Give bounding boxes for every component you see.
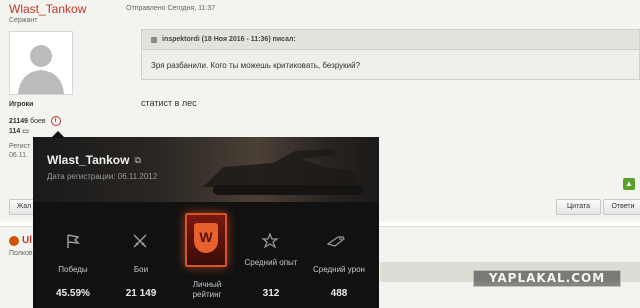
player-tooltip-card: Wlast_Tankow ⧉ Дата регистрации: 06.11.2…	[33, 137, 379, 308]
post-message: статист в лес	[141, 98, 197, 108]
tooltip-pointer	[51, 131, 65, 138]
post-author-group: Игроки	[9, 101, 34, 108]
quote-icon	[151, 36, 157, 43]
rating-badge-letter: W	[199, 229, 213, 245]
stat-avg-exp-value: 312	[262, 288, 280, 299]
crossed-swords-icon	[133, 234, 147, 248]
default-avatar-icon	[10, 32, 72, 94]
flag-icon	[67, 234, 81, 248]
battles-stat: 21149 боев i	[9, 116, 61, 126]
reply-button[interactable]: Ответи	[603, 199, 640, 215]
card-player-name-text[interactable]: Wlast_Tankow	[47, 153, 129, 167]
stat-rating-label: Личный рейтинг	[192, 280, 222, 299]
registration-date: 06.11.	[9, 152, 28, 159]
quote-text: Зря разбанили. Кого ты можешь критиковат…	[151, 61, 361, 70]
stat-avg-damage-label: Средний урон	[313, 265, 365, 274]
star-icon	[261, 233, 279, 249]
shell-icon	[326, 236, 345, 247]
quote-header: inspektordi (18 Ноя 2016 - 11:36) писал:	[142, 30, 639, 50]
registration-label: Регист	[9, 143, 31, 150]
next-post-rank: Полков	[9, 250, 33, 257]
tank-silhouette-icon	[203, 149, 363, 195]
site-watermark: YAPLAKAL.COM	[473, 270, 621, 287]
stat-wins-value: 45.59%	[56, 288, 90, 299]
stat-avg-damage-value: 488	[330, 288, 348, 299]
info-icon[interactable]: i	[50, 116, 61, 126]
quote-author[interactable]: inspektordi (18 Ноя 2016 - 11:36) писал:	[162, 36, 296, 43]
quote-block: inspektordi (18 Ноя 2016 - 11:36) писал:…	[141, 29, 640, 80]
stat-battles-label: Бои	[133, 265, 149, 274]
posts-count-value: 114	[9, 127, 21, 135]
post-timestamp: Отправлено Сегодня, 11:37	[126, 5, 216, 12]
posts-count: 114 ▭	[9, 127, 29, 136]
card-banner	[33, 137, 379, 202]
battles-count: 21149	[9, 117, 29, 125]
stat-avg-exp-label: Средний опыт	[244, 258, 298, 267]
card-registration-date: Дата регистрации: 06.11.2012	[47, 172, 158, 181]
external-link-icon[interactable]: ⧉	[134, 155, 140, 166]
comment-icon: ▭	[22, 128, 29, 135]
user-status-icon	[9, 236, 19, 246]
rating-badge-icon: W	[185, 213, 227, 267]
stat-wins-label: Победы	[58, 265, 88, 274]
card-player-name: Wlast_Tankow ⧉	[47, 153, 141, 167]
stat-battles-value: 21 149	[125, 288, 157, 299]
next-post-author[interactable]: Ul	[22, 235, 32, 246]
battles-label: боев	[30, 117, 46, 125]
rating-badge-shield: W	[194, 223, 218, 253]
quote-button[interactable]: Цитата	[556, 199, 601, 215]
avatar[interactable]	[9, 31, 73, 95]
post-author-name[interactable]: Wlast_Tankow	[9, 2, 86, 16]
scroll-up-icon[interactable]: ▲	[623, 178, 635, 190]
post-author-rank: Сержант	[9, 17, 38, 24]
